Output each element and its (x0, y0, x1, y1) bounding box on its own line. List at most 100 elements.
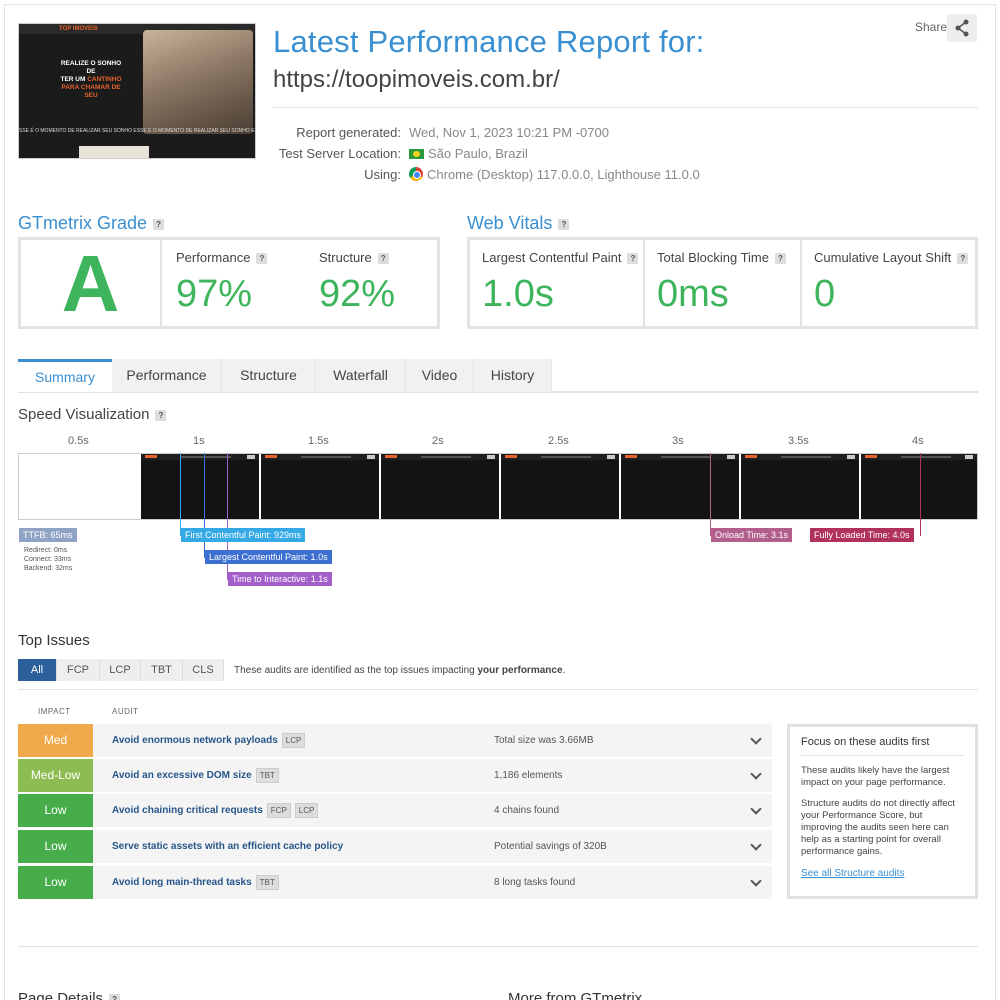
page-screenshot-thumbnail[interactable]: TOP IMOVEIS REALIZE O SONHO DE TER UM CA… (18, 23, 256, 159)
tbt-label: Total Blocking Time (657, 250, 769, 265)
impact-badge: Low (18, 794, 93, 827)
chevron-down-icon[interactable] (742, 794, 772, 827)
impact-badge: Med (18, 724, 93, 757)
filter-cls[interactable]: CLS (183, 659, 224, 681)
timeline-tick: 2.5s (548, 435, 569, 447)
performance-score: Performance? 97% (164, 240, 305, 326)
filter-tbt[interactable]: TBT (141, 659, 183, 681)
help-icon[interactable]: ? (957, 253, 969, 265)
chevron-down-icon[interactable] (742, 830, 772, 863)
thumb-headline: REALIZE O SONHO DE TER UM CANTINHO PARA … (57, 60, 125, 100)
share-label: Share (915, 20, 948, 34)
timeline-tick: 2s (432, 435, 444, 447)
meta-report-generated: Report generated: Wed, Nov 1, 2023 10:21 … (296, 125, 609, 140)
audit-column-header: AUDIT (112, 707, 139, 716)
filter-fcp[interactable]: FCP (57, 659, 100, 681)
chevron-down-icon[interactable] (742, 724, 772, 757)
ttfb-breakdown: Redirect: 0ms Connect: 33ms Backend: 32m… (24, 546, 72, 573)
tab-summary[interactable]: Summary (18, 359, 112, 392)
help-icon[interactable]: ? (627, 253, 639, 265)
see-all-structure-audits-link[interactable]: See all Structure audits (801, 868, 964, 879)
help-icon[interactable]: ? (256, 253, 268, 265)
header-divider (273, 107, 978, 108)
audit-tag: FCP (266, 803, 291, 818)
filmstrip-frame (379, 454, 499, 519)
cls-metric: Cumulative Layout Shift? 0 (802, 240, 974, 326)
section-divider (18, 946, 978, 947)
fcp-marker-line (180, 453, 181, 536)
cls-label: Cumulative Layout Shift (814, 250, 952, 265)
report-tabs: Summary Performance Structure Waterfall … (18, 359, 978, 393)
focus-title: Focus on these audits first (801, 736, 964, 756)
grade-box: A Performance? 97% Structure? 92% (18, 237, 440, 329)
audit-tag: LCP (294, 803, 319, 818)
thumb-ticker: SSE É O MOMENTO DE REALIZAR SEU SONHO ES… (19, 128, 255, 134)
impact-badge: Low (18, 866, 93, 899)
timeline-tick: 3.5s (788, 435, 809, 447)
web-vitals-title: Web Vitals? (467, 213, 570, 234)
help-icon[interactable]: ? (377, 253, 389, 265)
timeline-tick: 4s (912, 435, 924, 447)
help-icon[interactable]: ? (775, 253, 786, 265)
fully-loaded-marker: Fully Loaded Time: 4.0s (810, 528, 914, 542)
issue-row[interactable]: Med-Low Avoid an excessive DOM size TBT 1… (18, 759, 772, 792)
tab-structure[interactable]: Structure (222, 359, 316, 392)
tab-waterfall[interactable]: Waterfall (316, 359, 406, 392)
impact-badge: Low (18, 830, 93, 863)
filmstrip-frame-blank (19, 454, 139, 519)
tti-marker: Time to Interactive: 1.1s (228, 572, 332, 586)
performance-label: Performance (176, 250, 251, 265)
top-issues-title: Top Issues (18, 632, 90, 649)
impact-column-header: IMPACT (38, 707, 71, 716)
tab-performance[interactable]: Performance (112, 359, 222, 392)
meta-server-location: Test Server Location: São Paulo, Brazil (278, 146, 528, 161)
audit-tag: TBT (255, 768, 279, 783)
audit-result: 1,186 elements (494, 770, 563, 781)
structure-score: Structure? 92% (307, 240, 437, 326)
tbt-value: 0ms (657, 273, 729, 315)
thumb-headline-1: REALIZE O SONHO DE (60, 60, 122, 75)
filter-all[interactable]: All (18, 659, 57, 681)
share-button[interactable] (947, 14, 977, 42)
issues-divider (18, 689, 978, 690)
onload-marker-line (710, 453, 711, 536)
report-url: https://toopimoveis.com.br/ (273, 66, 560, 93)
timeline-tick: 3s (672, 435, 684, 447)
timeline-tick: 0.5s (68, 435, 89, 447)
filmstrip[interactable] (18, 453, 978, 520)
tab-video[interactable]: Video (406, 359, 474, 392)
audit-tag: TBT (255, 875, 279, 890)
audit-name: Serve static assets with an efficient ca… (112, 841, 344, 852)
focus-audits-panel: Focus on these audits first These audits… (787, 724, 978, 899)
chevron-down-icon[interactable] (742, 866, 772, 899)
audit-result: 8 long tasks found (494, 877, 576, 888)
meta-using: Using: Chrome (Desktop) 117.0.0.0, Lighth… (364, 167, 700, 182)
chevron-down-icon[interactable] (742, 759, 772, 792)
fcp-marker: First Contentful Paint: 929ms (181, 528, 306, 542)
thumb-headline-3: PARA CHAMAR DE SEU (61, 84, 121, 99)
lcp-marker: Largest Contentful Paint: 1.0s (205, 550, 332, 564)
lcp-marker-line (204, 453, 205, 558)
help-icon[interactable]: ? (109, 993, 121, 1000)
audit-result: 4 chains found (494, 805, 560, 816)
audit-result: Potential savings of 320B (494, 841, 607, 852)
lcp-value: 1.0s (482, 273, 554, 315)
audit-name: Avoid enormous network payloads LCP (112, 724, 306, 757)
issue-row[interactable]: Low Serve static assets with an efficien… (18, 830, 772, 863)
help-icon[interactable]: ? (153, 218, 165, 230)
speed-visualization-title: Speed Visualization? (18, 406, 167, 423)
share-icon (955, 19, 969, 37)
filmstrip-frame (139, 454, 259, 519)
issue-row[interactable]: Med Avoid enormous network payloads LCP T… (18, 724, 772, 757)
filter-lcp[interactable]: LCP (100, 659, 141, 681)
timeline-tick: 1.5s (308, 435, 329, 447)
web-vitals-box: Largest Contentful Paint? 1.0s Total Blo… (467, 237, 978, 329)
cls-value: 0 (814, 273, 836, 315)
tab-history[interactable]: History (474, 359, 552, 392)
issue-row[interactable]: Low Avoid long main-thread tasks TBT 8 lo… (18, 866, 772, 899)
structure-label: Structure (319, 250, 372, 265)
issue-row[interactable]: Low Avoid chaining critical requests FCP L… (18, 794, 772, 827)
help-icon[interactable]: ? (558, 218, 570, 230)
top-issues-description: These audits are identified as the top i… (234, 665, 566, 676)
help-icon[interactable]: ? (155, 409, 167, 421)
